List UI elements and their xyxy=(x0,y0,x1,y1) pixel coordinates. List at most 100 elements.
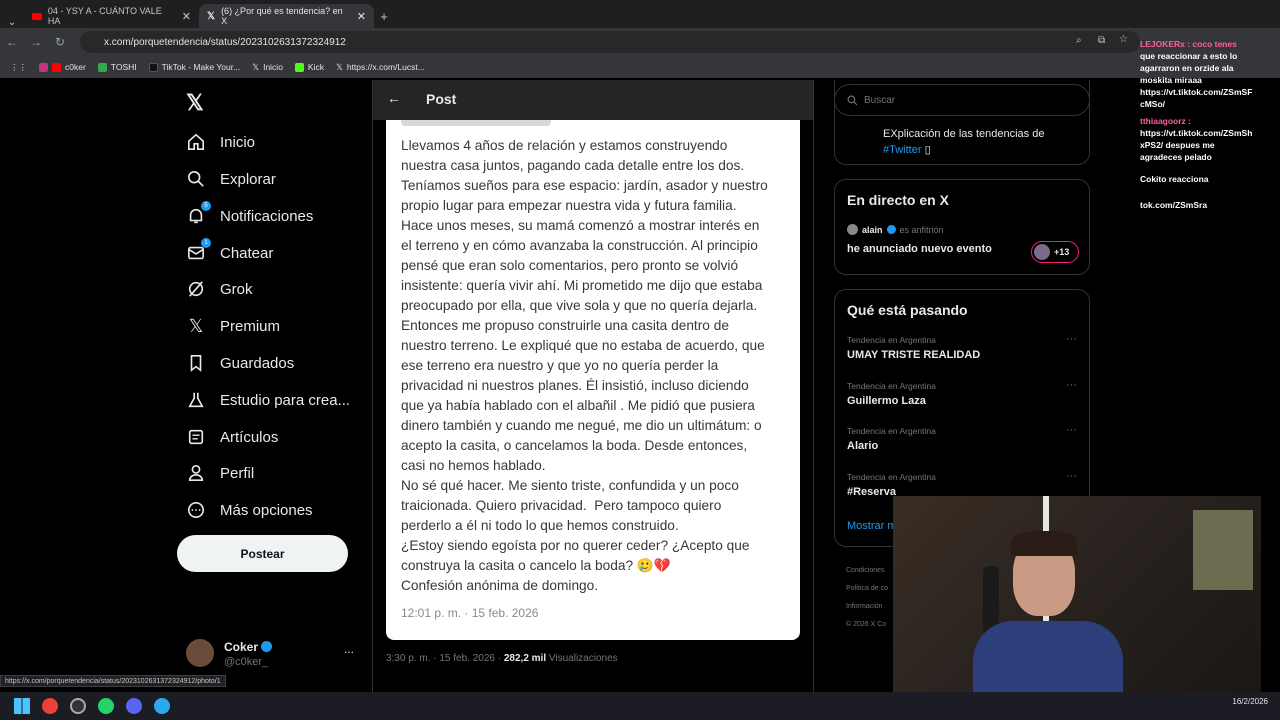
account-switcher[interactable]: Coker @c0ker_ ... xyxy=(186,637,366,673)
post-button[interactable]: Postear xyxy=(177,535,348,572)
discord-icon[interactable] xyxy=(126,698,142,714)
tab-youtube[interactable]: 04 - YSY A - CUÁNTO VALE HA ✕ xyxy=(24,4,199,28)
address-bar[interactable]: x.com/porquetendencia/status/20231026313… xyxy=(80,31,1140,53)
tab-label: (6) ¿Por qué es tendencia? en X xyxy=(221,6,343,26)
install-icon[interactable]: ⧉ xyxy=(1098,35,1105,46)
nav-premium[interactable]: 𝕏 Premium xyxy=(186,311,280,341)
post-timestamp[interactable]: 3:30 p. m. · 15 feb. 2026 · xyxy=(386,653,501,664)
tab-x-post[interactable]: 𝕏 (6) ¿Por qué es tendencia? en X ✕ xyxy=(199,4,374,28)
nav-label: Perfil xyxy=(220,464,255,482)
account-name: Coker xyxy=(224,640,273,654)
bookmark-kick[interactable]: Kick xyxy=(294,62,324,72)
image-top-fragment xyxy=(401,120,551,126)
live-participants[interactable]: +13 xyxy=(1031,241,1079,263)
bookmark-inicio[interactable]: 𝕏 Inicio xyxy=(252,62,283,73)
bookmark-c0ker[interactable]: c0ker xyxy=(39,62,86,72)
star-icon[interactable]: ☆ xyxy=(1119,34,1128,45)
nav-articulos[interactable]: Artículos xyxy=(186,422,278,452)
article-icon xyxy=(186,427,206,447)
instagram-icon xyxy=(39,62,48,72)
nav-label: Grok xyxy=(220,280,253,298)
nav-inicio[interactable]: Inicio xyxy=(186,127,255,157)
footer-link[interactable]: Condiciones xyxy=(846,562,888,580)
close-icon[interactable]: ✕ xyxy=(182,10,191,23)
back-arrow-icon[interactable]: ← xyxy=(387,90,401,106)
avatar xyxy=(847,224,858,235)
live-box[interactable]: En directo en X alain es anfitrión he an… xyxy=(834,179,1090,275)
avatar xyxy=(186,639,214,667)
nav-label: Notificaciones xyxy=(220,207,314,225)
show-more-link[interactable]: Mostrar m xyxy=(847,520,897,532)
browser-tab-strip: ⌄ 04 - YSY A - CUÁNTO VALE HA ✕ 𝕏 (6) ¿P… xyxy=(0,0,1280,28)
bookmark-tiktok[interactable]: TikTok - Make Your... xyxy=(148,62,240,72)
page-title: Post xyxy=(426,91,457,107)
sheets-icon xyxy=(97,62,107,72)
image-timestamp: 12:01 p. m. · 15 feb. 2026 xyxy=(401,606,539,620)
search-placeholder: Buscar xyxy=(864,94,896,106)
post-header: ← Post xyxy=(373,80,813,120)
clock-date: 16/2/2026 xyxy=(1232,697,1268,706)
close-icon[interactable]: ✕ xyxy=(357,10,366,23)
webcam-overlay xyxy=(893,496,1261,704)
footer-link[interactable]: Política de co xyxy=(846,580,888,598)
bookmark-toshi[interactable]: TOSHI xyxy=(97,62,137,72)
chat-line: moskita miraaa xyxy=(1140,75,1202,85)
stream-chat-overlay: LEJOKERx : coco tenes que reaccionar a e… xyxy=(1140,0,1280,240)
bookmark-lucst[interactable]: 𝕏https://x.com/Lucst... xyxy=(336,62,425,73)
more-icon[interactable]: ··· xyxy=(1066,379,1077,391)
nav-mas-opciones[interactable]: Más opciones xyxy=(186,495,313,525)
chat-line: agarraron en orzide ala xyxy=(1140,63,1234,73)
more-icon[interactable]: ··· xyxy=(1066,424,1077,436)
apps-icon[interactable]: ⋮⋮ xyxy=(10,62,27,73)
flask-icon xyxy=(186,390,206,410)
more-icon[interactable]: ... xyxy=(344,642,354,656)
system-clock[interactable]: 16/2/2026 xyxy=(1232,697,1268,707)
nav-grok[interactable]: Grok xyxy=(186,274,253,304)
windows-start-icon[interactable] xyxy=(14,698,30,714)
profile-description: EXplicación de las tendencias de xyxy=(883,128,1045,140)
home-icon xyxy=(186,132,206,152)
kick-icon xyxy=(294,62,304,72)
nav-perfil[interactable]: Perfil xyxy=(186,458,254,488)
zoom-icon[interactable]: ⌕ xyxy=(1076,35,1082,46)
whatsapp-icon[interactable] xyxy=(98,698,114,714)
nav-notificaciones[interactable]: 5 Notificaciones xyxy=(186,201,313,231)
tab-search-icon[interactable]: ⌄ xyxy=(0,17,24,28)
x-logo-icon[interactable]: 𝕏 xyxy=(186,90,204,116)
nav-guardados[interactable]: Guardados xyxy=(186,348,294,378)
obs-icon[interactable] xyxy=(70,698,86,714)
x-icon: 𝕏 xyxy=(207,10,216,22)
back-icon[interactable]: ← xyxy=(0,35,24,49)
nav-label: Más opciones xyxy=(220,501,313,519)
live-event: he anunciado nuevo evento xyxy=(847,243,992,255)
nav-explorar[interactable]: Explorar xyxy=(186,164,276,194)
bell-icon: 5 xyxy=(186,201,211,226)
streamer xyxy=(973,526,1123,704)
new-tab-button[interactable]: + xyxy=(374,4,394,28)
chat-line: Cokito reacciona xyxy=(1140,174,1209,184)
nav-chatear[interactable]: 1 Chatear xyxy=(186,238,273,268)
chat-line: LEJOKERx : coco tenes xyxy=(1140,39,1237,49)
nav-estudio[interactable]: Estudio para crea... xyxy=(186,385,350,415)
chat-line: xPS2/ despues me xyxy=(1140,140,1215,150)
trends-title: Qué está pasando xyxy=(847,302,968,318)
post-image[interactable]: Llevamos 4 años de relación y estamos co… xyxy=(386,120,800,640)
chrome-icon[interactable] xyxy=(42,698,58,714)
avatar xyxy=(1034,244,1050,260)
footer-link[interactable]: Información xyxy=(846,598,888,616)
forward-icon[interactable]: → xyxy=(24,35,48,49)
bookmark-icon xyxy=(186,353,206,373)
more-icon[interactable]: ··· xyxy=(1066,333,1077,345)
tiktok-icon xyxy=(148,62,158,72)
post-meta: 3:30 p. m. · 15 feb. 2026 · 282,2 mil Vi… xyxy=(386,653,618,664)
person-icon xyxy=(186,463,206,483)
nav-label: Inicio xyxy=(220,133,256,151)
reload-icon[interactable]: ↻ xyxy=(48,35,72,49)
tab-label: 04 - YSY A - CUÁNTO VALE HA xyxy=(47,6,162,26)
more-icon[interactable]: ··· xyxy=(1066,470,1077,482)
x-icon: 𝕏 xyxy=(252,61,260,72)
search-input[interactable]: Buscar xyxy=(834,84,1090,116)
chat-line: https://vt.tiktok.com/ZSmSh xyxy=(1140,128,1253,138)
hashtag-link[interactable]: #Twitter ▯ xyxy=(883,143,931,156)
telegram-icon[interactable] xyxy=(154,698,170,714)
